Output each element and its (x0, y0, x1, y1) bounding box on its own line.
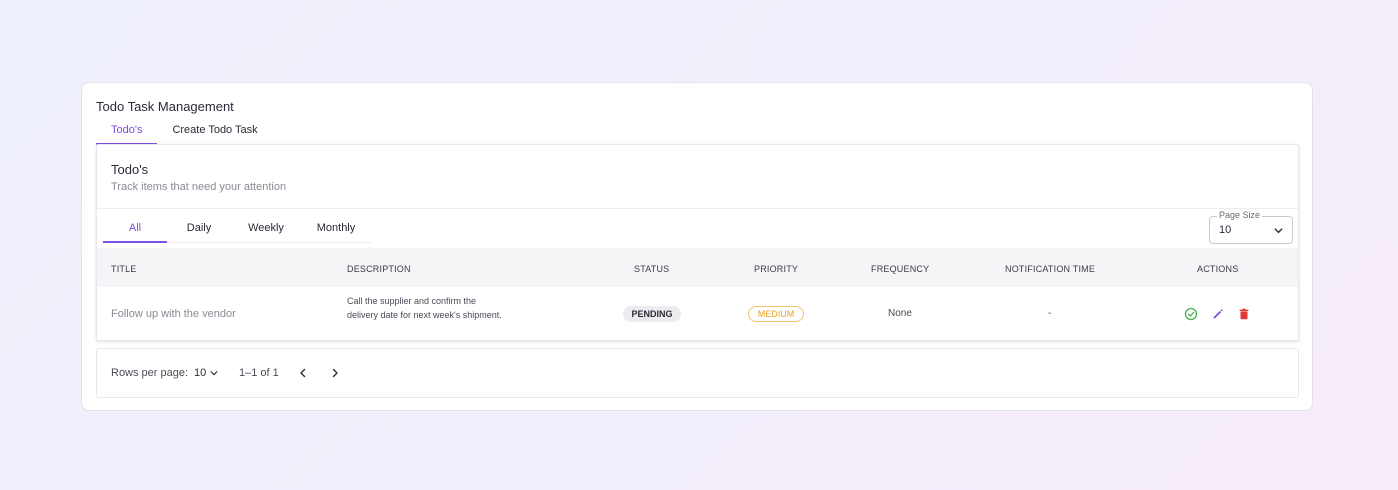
todo-card: Todo Task Management Todo's Create Todo … (81, 82, 1313, 411)
page-size-value: 10 (1219, 224, 1232, 236)
column-header-description: DESCRIPTION (347, 264, 411, 274)
panel-title: Todo's (111, 162, 149, 177)
top-tabs: Todo's Create Todo Task (96, 123, 273, 145)
app-title: Todo Task Management (96, 99, 234, 114)
column-header-frequency: FREQUENCY (871, 264, 930, 274)
chevron-down-icon (1274, 228, 1283, 234)
chevron-down-icon (210, 371, 218, 376)
row-notification-time: - (1048, 308, 1052, 319)
pagination-range: 1–1 of 1 (239, 367, 279, 379)
column-header-title: TITLE (111, 264, 137, 274)
filter-tab-all[interactable]: All (103, 209, 167, 243)
row-title: Follow up with the vendor (111, 308, 236, 320)
status-badge: PENDING (623, 306, 681, 322)
filter-bar: All Daily Weekly Monthly Page Size 10 (97, 208, 1298, 248)
row-frequency: None (888, 308, 912, 319)
filter-tab-weekly[interactable]: Weekly (231, 209, 301, 243)
column-header-status: STATUS (634, 264, 670, 274)
filter-tab-daily[interactable]: Daily (167, 209, 231, 243)
rows-per-page-value: 10 (194, 367, 207, 379)
column-header-actions: ACTIONS (1197, 264, 1239, 274)
pencil-icon[interactable] (1211, 307, 1225, 321)
page-size-select[interactable]: Page Size 10 (1209, 210, 1293, 244)
trash-icon[interactable] (1237, 307, 1251, 321)
rows-per-page-select[interactable]: 10 (194, 366, 219, 380)
frequency-filter-tabs: All Daily Weekly Monthly (103, 209, 371, 243)
priority-badge: MEDIUM (748, 306, 804, 322)
panel-subtitle: Track items that need your attention (111, 181, 287, 193)
filter-tab-monthly[interactable]: Monthly (301, 209, 371, 243)
todos-panel: Todo's Track items that need your attent… (96, 144, 1299, 341)
table-row: Follow up with the vendor Call the suppl… (97, 287, 1298, 340)
tab-todos[interactable]: Todo's (96, 123, 158, 145)
tab-create-todo-task[interactable]: Create Todo Task (157, 123, 272, 145)
check-circle-icon[interactable] (1184, 307, 1198, 321)
page-size-label: Page Size (1217, 210, 1263, 220)
table-header: TITLE DESCRIPTION STATUS PRIORITY FREQUE… (97, 248, 1298, 287)
column-header-notification-time: NOTIFICATION TIME (1005, 264, 1096, 274)
chevron-left-icon[interactable] (296, 366, 310, 380)
pagination-bar: Rows per page: 10 1–1 of 1 (96, 348, 1299, 398)
column-header-priority: PRIORITY (754, 264, 799, 274)
row-description: Call the supplier and confirm the delive… (347, 296, 502, 320)
chevron-right-icon[interactable] (328, 366, 342, 380)
rows-per-page-label: Rows per page: (111, 367, 189, 379)
